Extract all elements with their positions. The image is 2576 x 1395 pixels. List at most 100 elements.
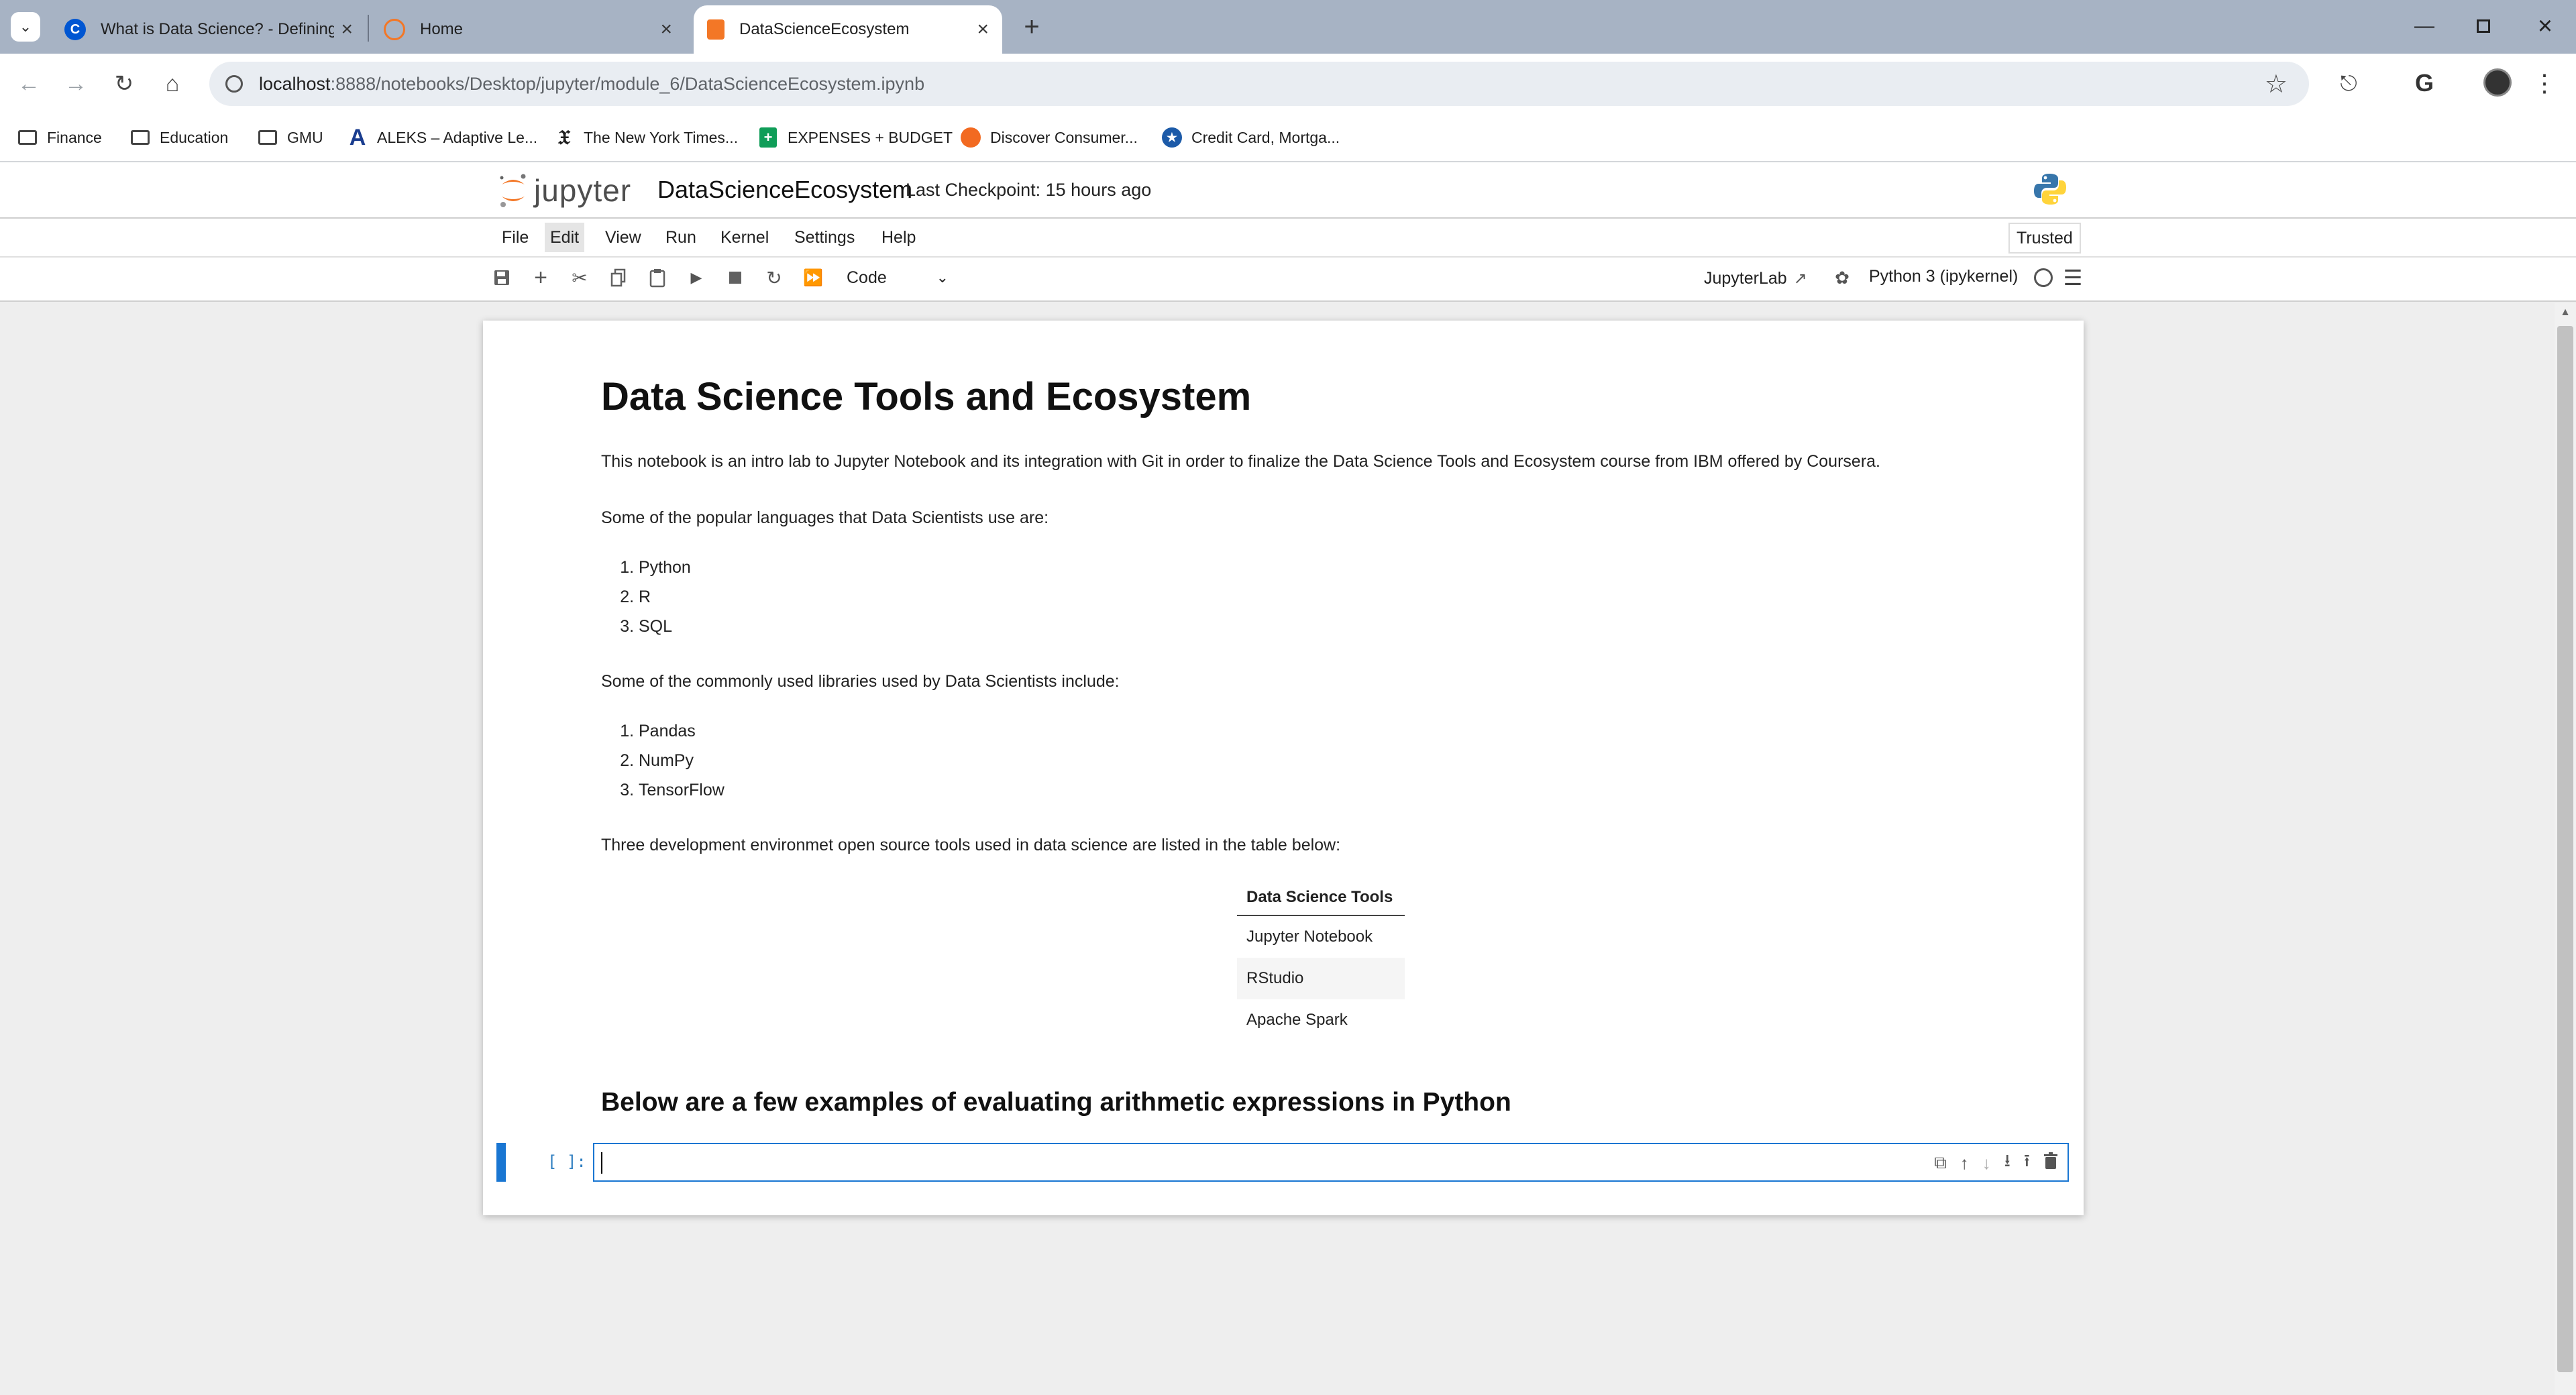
tools-intro: Three development environmet open source… [601,836,1341,854]
list-item: Python [639,553,691,582]
paste-icon[interactable] [644,264,671,291]
markdown-cell-title[interactable]: Data Science Tools and Ecosystem [601,374,2043,419]
active-cell-indicator [496,1143,506,1182]
run-icon[interactable]: ▶ [683,264,710,291]
tab-search-button[interactable]: ⌄ [11,12,40,42]
restore-button[interactable] [2465,9,2502,43]
debugger-icon[interactable]: ✿ [1829,264,1856,291]
bookmark-star-icon[interactable]: ☆ [2265,69,2288,99]
jupyter-logo-text: jupyter [534,173,632,208]
list-item: NumPy [639,746,724,775]
close-tab-icon[interactable]: × [977,18,989,41]
toolbar-menu-icon[interactable]: ☰ [2062,266,2084,290]
menu-settings[interactable]: Settings [789,223,860,252]
list-item: SQL [639,612,691,641]
languages-list: Python R SQL [601,553,691,641]
python-logo-icon [2033,172,2068,207]
duplicate-cell-icon[interactable]: ⧉ [1934,1152,1947,1174]
bank-icon: ★ [1162,127,1182,148]
nyt-icon: 𝔛 [557,125,571,150]
coursera-icon: C [64,19,86,40]
tab-datascienceecosystem[interactable]: DataScienceEcosystem × [694,5,1002,54]
bookmark-aleks[interactable]: A ALEKS – Adaptive Le... [347,121,537,154]
jupyter-menu-bar [0,219,2576,256]
close-tab-icon[interactable]: × [660,18,672,41]
jupyter-icon [384,19,405,40]
kernel-name[interactable]: Python 3 (ipykernel) [1869,267,2018,286]
markdown-cell-arithmetic[interactable]: Below are a few examples of evaluating a… [601,1088,1511,1117]
jupyter-logo-icon [500,174,526,207]
tab-home[interactable]: Home × [370,5,686,54]
trusted-indicator[interactable]: Trusted [2008,223,2081,254]
profile-avatar[interactable] [2483,68,2512,97]
bookmark-education[interactable]: Education [130,121,228,154]
tab-coursera[interactable]: C What is Data Science? - Defining × [51,5,366,54]
move-up-icon[interactable]: ↑ [1960,1153,1969,1174]
url-host: localhost [259,73,331,94]
cell-type-select[interactable]: Code ⌄ [840,264,955,291]
site-info-icon[interactable] [225,75,243,93]
address-bar[interactable]: localhost:8888/notebooks/Desktop/jupyter… [209,62,2309,106]
jupyter-logo[interactable]: jupyter [498,170,631,211]
bookmark-finance[interactable]: Finance [17,121,102,154]
table-row: Jupyter Notebook [1237,915,1405,958]
bookmark-nyt[interactable]: 𝔛 The New York Times... [554,121,738,154]
bookmark-credit-card[interactable]: ★ Credit Card, Mortga... [1162,121,1340,154]
reload-button[interactable]: ↻ [109,68,140,99]
forward-button[interactable]: → [60,68,91,99]
home-button[interactable]: ⌂ [157,68,188,99]
google-icon[interactable]: G [2408,67,2440,99]
table-row: RStudio [1237,958,1405,999]
notebook-icon [707,19,724,40]
aleks-icon: A [349,124,366,150]
libraries-intro: Some of the commonly used libraries used… [601,672,1120,691]
browser-menu-icon[interactable]: ⋮ [2532,67,2557,99]
insert-below-icon[interactable]: ⭳ [2004,1148,2010,1178]
menu-edit[interactable]: Edit [545,223,585,252]
insert-above-icon[interactable]: ⭱ [2024,1148,2030,1178]
bookmark-discover[interactable]: Discover Consumer... [961,121,1138,154]
section-heading: Below are a few examples of evaluating a… [601,1088,1511,1117]
table-header: Data Science Tools [1237,880,1405,916]
add-cell-icon[interactable]: + [527,264,554,291]
folder-icon [258,127,278,148]
fast-forward-icon[interactable]: ⏩ [800,264,826,291]
new-tab-button[interactable]: + [1017,12,1046,42]
code-cell-input[interactable]: ⧉ ↑ ↓ ⭳ ⭱ [593,1143,2069,1182]
intro-text: This notebook is an intro lab to Jupyter… [601,452,1880,471]
menu-kernel[interactable]: Kernel [715,223,774,252]
notebook-toolbar [0,256,2576,302]
kernel-status-icon [2034,268,2053,287]
scroll-up-arrow[interactable]: ▲ [2557,304,2573,321]
bookmark-gmu[interactable]: GMU [258,121,323,154]
cell-type-value: Code [847,268,887,287]
notebook-name[interactable]: DataScienceEcosystem [657,176,912,204]
extensions-icon[interactable]: ⎋ [2333,68,2364,99]
libraries-list: Pandas NumPy TensorFlow [601,716,724,805]
restart-icon[interactable]: ↻ [761,264,788,291]
sheets-icon: + [758,127,778,148]
menu-help[interactable]: Help [876,223,921,252]
back-button[interactable]: ← [13,68,44,99]
menu-run[interactable]: Run [660,223,702,252]
move-down-icon[interactable]: ↓ [1982,1153,1991,1174]
bookmark-expenses[interactable]: + EXPENSES + BUDGET [758,121,953,154]
close-window-button[interactable]: × [2526,9,2564,43]
languages-intro: Some of the popular languages that Data … [601,508,1049,527]
menu-view[interactable]: View [600,223,647,252]
text-cursor [601,1152,602,1174]
scrollbar-thumb[interactable] [2557,326,2573,1372]
stop-icon[interactable] [722,264,749,291]
cut-icon[interactable]: ✂ [566,264,593,291]
copy-icon[interactable] [605,264,632,291]
jupyterlab-link[interactable]: JupyterLab ↗ [1704,266,1807,291]
delete-cell-icon[interactable] [2043,1152,2058,1174]
discover-icon [961,127,981,148]
chevron-down-icon: ⌄ [936,269,949,286]
close-tab-icon[interactable]: × [341,18,353,41]
list-item: TensorFlow [639,775,724,805]
save-icon[interactable] [488,264,515,291]
menu-file[interactable]: File [496,223,534,252]
minimize-button[interactable]: — [2406,9,2443,43]
jupyter-header [0,162,2576,219]
